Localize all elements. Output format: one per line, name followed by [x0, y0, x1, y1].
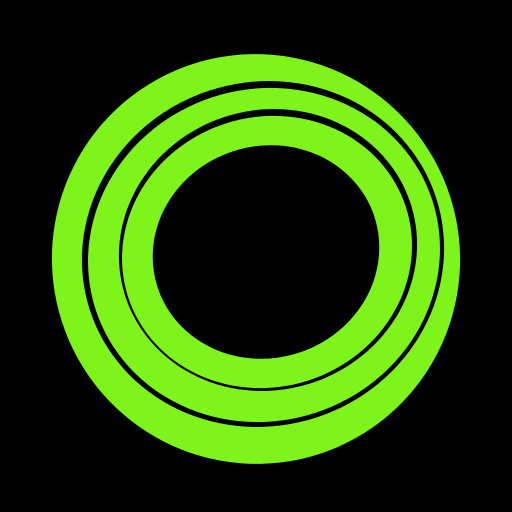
concentric-rings-logo-icon [0, 0, 512, 512]
app-icon-canvas [0, 0, 512, 512]
